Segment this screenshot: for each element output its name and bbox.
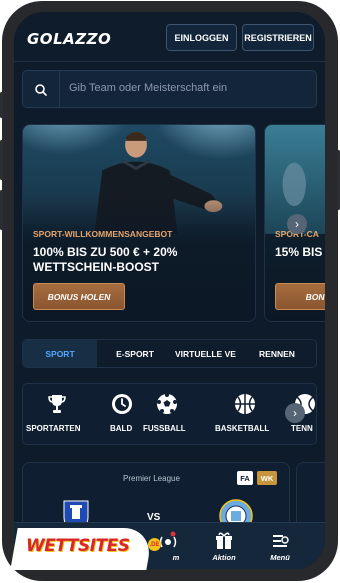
sport-label: BASKETBALL <box>215 424 270 433</box>
badge-fa: FA <box>237 471 253 485</box>
app-header: GOLAZZO EINLOGGEN REGISTRIEREN <box>14 12 325 62</box>
golazzo-logo[interactable]: GOLAZZO <box>27 30 111 48</box>
sport-label: TENN <box>291 424 313 433</box>
promo-card-welcome[interactable]: SPORT-WILLKOMMENSANGEBOT 100% BIS ZU 500… <box>22 124 256 322</box>
tab-racing[interactable]: RENNEN <box>245 340 309 367</box>
bonus-button[interactable]: BONUS <box>275 283 325 310</box>
basketball-icon <box>235 394 255 414</box>
login-button[interactable]: EINLOGGEN <box>166 24 237 51</box>
menu-icon <box>273 535 289 547</box>
bonus-button[interactable]: BONUS HOLEN <box>33 283 125 310</box>
clock-icon <box>112 394 132 414</box>
promo-kicker: SPORT-WILLKOMMENSANGEBOT <box>33 229 173 239</box>
phone-volume-down-button <box>0 190 3 230</box>
badge-wk: WK <box>257 471 277 485</box>
phone-volume-up-button <box>0 140 3 180</box>
carousel-next-button[interactable]: › <box>287 214 307 234</box>
soccer-ball-icon <box>157 393 177 414</box>
promo-title-line2: WETTSCHEIN-BOOST <box>33 260 159 274</box>
sports-row: SPORTARTEN BALD FUSSBALL BASKETBALL TENN… <box>22 383 317 445</box>
phone-side-button <box>0 92 3 118</box>
gift-icon <box>216 532 232 549</box>
watermark-de-badge: .DE <box>148 538 161 551</box>
sport-item-bald[interactable]: BALD <box>93 384 143 444</box>
nav-label: Aktion <box>212 553 236 562</box>
sport-item-sportarten[interactable]: SPORTARTEN <box>23 384 93 444</box>
promo-title-line1: 100% BIS ZU 500 € + 20% <box>33 245 178 259</box>
chevron-right-icon: › <box>295 217 299 231</box>
search-bar[interactable]: Gib Team oder Meisterschaft ein <box>22 70 317 108</box>
promo-title: 100% BIS ZU 500 € + 20% WETTSCHEIN-BOOST <box>33 245 177 275</box>
search-divider <box>59 71 60 107</box>
sport-label: BALD <box>110 424 133 433</box>
chevron-right-icon: › <box>293 406 297 420</box>
sports-next-button[interactable]: › <box>285 403 305 423</box>
register-button[interactable]: REGISTRIEREN <box>242 24 314 51</box>
category-tabs: SPORT E-SPORT VIRTUELLE VE RENNEN <box>22 339 317 368</box>
tab-sport[interactable]: SPORT <box>23 340 97 367</box>
sport-item-basketball[interactable]: BASKETBALL <box>211 384 277 444</box>
sport-label: SPORTARTEN <box>26 424 81 433</box>
watermark-logo: WETTSITES <box>26 536 130 556</box>
promo-title-line1: 15% BIS <box>275 245 323 259</box>
nav-item-aktion[interactable]: Aktion <box>194 527 254 567</box>
promo-title: 15% BIS <box>275 245 322 260</box>
app-screen: GOLAZZO EINLOGGEN REGISTRIEREN Gib Team … <box>14 12 325 569</box>
nav-label: Menü <box>270 553 290 562</box>
live-icon <box>159 531 177 548</box>
tab-virtual[interactable]: VIRTUELLE VE <box>173 340 239 367</box>
sport-label: FUSSBALL <box>143 424 186 433</box>
league-name: Premier League <box>123 474 180 483</box>
sport-item-fussball[interactable]: FUSSBALL <box>143 384 203 444</box>
nav-item-menu[interactable]: Menü <box>250 527 310 567</box>
search-icon <box>35 84 47 96</box>
search-input[interactable]: Gib Team oder Meisterschaft ein <box>69 82 227 94</box>
tab-esport[interactable]: E-SPORT <box>99 340 171 367</box>
trophy-icon <box>48 395 66 413</box>
